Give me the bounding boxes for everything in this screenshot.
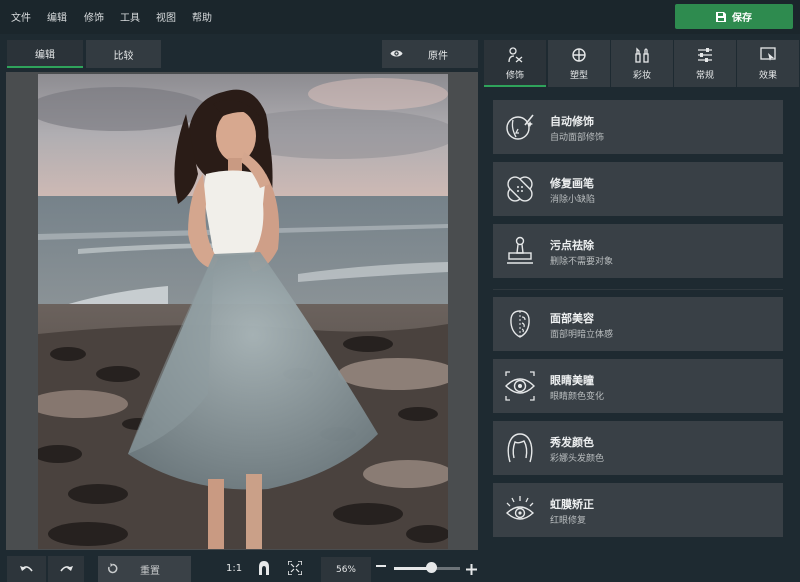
tab-retouch-label: 修饰	[505, 71, 524, 81]
tool-hair-color-name: 秀发颜色	[550, 436, 594, 449]
menu-help[interactable]: 帮助	[192, 9, 212, 24]
menu-bar: 文件 编辑 修饰 工具 视图 帮助 保存	[0, 0, 800, 34]
reset-icon	[107, 563, 118, 574]
tool-face-sculpt[interactable]: 面部美容 面部明暗立体感	[493, 297, 783, 351]
tab-edit[interactable]: 编辑	[7, 40, 83, 68]
effects-icon	[760, 47, 776, 61]
makeup-icon	[635, 47, 649, 63]
tool-red-eye[interactable]: 虹膜矫正 红眼修复	[493, 483, 783, 537]
tab-reshape-label: 塑型	[569, 71, 588, 81]
tool-face-sculpt-desc: 面部明暗立体感	[550, 330, 614, 340]
undo-button[interactable]	[7, 556, 46, 582]
fit-screen-icon[interactable]	[288, 561, 302, 575]
hair-icon	[507, 433, 533, 463]
tool-healing-brush-name: 修复画笔	[550, 177, 594, 190]
reset-label: 重置	[140, 565, 160, 577]
stamp-icon	[507, 236, 533, 264]
actual-size-button[interactable]: 1:1	[226, 563, 242, 574]
tool-hair-color-desc: 彩娜头发颜色	[550, 454, 605, 464]
tab-compare[interactable]: 比较	[86, 40, 161, 68]
tab-effects[interactable]: 效果	[737, 40, 799, 87]
tool-auto-retouch-desc: 自动面部修饰	[550, 133, 605, 143]
tab-reshape[interactable]: 塑型	[548, 40, 610, 87]
tool-blemish-removal-desc: 删除不需要对象	[550, 257, 614, 267]
tab-edit-label: 编辑	[35, 49, 55, 61]
tool-red-eye-name: 虹膜矫正	[550, 498, 594, 511]
sliders-icon	[698, 48, 712, 62]
undo-icon	[19, 566, 33, 572]
redo-icon	[60, 566, 73, 572]
menu-view[interactable]: 视图	[156, 9, 176, 24]
tab-general[interactable]: 常规	[674, 40, 736, 87]
photo-image	[38, 74, 448, 549]
face-magic-icon	[506, 114, 534, 140]
menu-edit[interactable]: 编辑	[47, 9, 67, 24]
save-button[interactable]: 保存	[675, 4, 793, 29]
face-contour-icon	[510, 310, 530, 338]
zoom-level[interactable]: 56%	[321, 557, 371, 582]
zoom-slider-handle[interactable]	[426, 562, 437, 573]
tab-compare-label: 比较	[113, 50, 134, 62]
photo-editor-app: 文件 编辑 修饰 工具 视图 帮助 保存 编辑 比较 原件 重置 1:1 56%…	[0, 0, 800, 582]
tool-blemish-removal[interactable]: 污点祛除 删除不需要对象	[493, 224, 783, 278]
eye-icon	[390, 50, 403, 57]
tool-healing-brush[interactable]: 修复画笔 消除小缺陷	[493, 162, 783, 216]
tool-blemish-removal-name: 污点祛除	[550, 239, 594, 252]
original-label: 原件	[428, 50, 448, 62]
original-button[interactable]: 原件	[382, 40, 478, 68]
tool-eye-color-desc: 眼睛颜色变化	[550, 392, 605, 402]
zoom-label: 56%	[335, 564, 356, 575]
tool-divider	[493, 289, 783, 290]
tool-hair-color[interactable]: 秀发颜色 彩娜头发颜色	[493, 421, 783, 475]
tab-retouch[interactable]: 修饰	[484, 40, 546, 87]
target-icon	[572, 48, 586, 62]
tab-makeup[interactable]: 彩妆	[611, 40, 673, 87]
floppy-icon	[716, 11, 726, 22]
tab-makeup-label: 彩妆	[632, 71, 651, 81]
reset-button[interactable]: 重置	[98, 556, 191, 582]
face-frame-icon[interactable]	[257, 561, 271, 575]
zoom-in-icon[interactable]	[466, 564, 477, 575]
red-eye-icon	[505, 496, 535, 520]
save-label: 保存	[732, 13, 752, 24]
tool-healing-brush-desc: 消除小缺陷	[550, 195, 596, 205]
menu-retouch[interactable]: 修饰	[84, 9, 104, 24]
tool-eye-color[interactable]: 眼睛美瞳 眼睛颜色变化	[493, 359, 783, 413]
menu-file[interactable]: 文件	[11, 9, 31, 24]
bandage-icon	[508, 47, 523, 63]
zoom-out-icon[interactable]	[376, 565, 386, 567]
tab-effects-label: 效果	[758, 71, 777, 81]
photo-preview[interactable]	[38, 74, 448, 549]
tool-eye-color-name: 眼睛美瞳	[550, 374, 594, 387]
redo-button[interactable]	[48, 556, 84, 582]
tool-red-eye-desc: 红眼修复	[550, 516, 587, 526]
bandage-icon	[507, 176, 533, 202]
tool-face-sculpt-name: 面部美容	[550, 312, 594, 325]
menu-tools[interactable]: 工具	[120, 9, 140, 24]
tool-auto-retouch[interactable]: 自动修饰 自动面部修饰	[493, 100, 783, 154]
eye-color-icon	[505, 371, 535, 401]
tab-general-label: 常规	[695, 71, 714, 81]
tool-auto-retouch-name: 自动修饰	[550, 115, 594, 128]
